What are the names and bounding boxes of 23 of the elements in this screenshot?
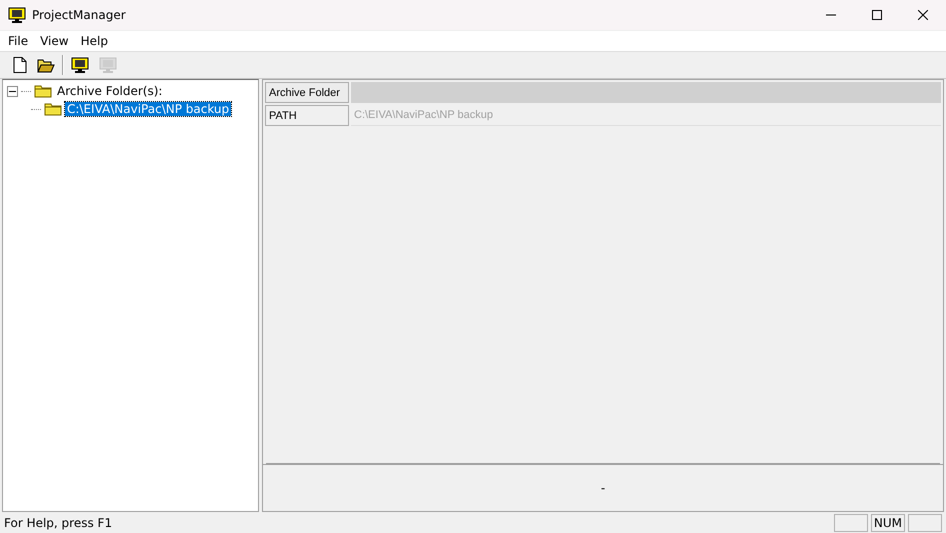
collapse-icon[interactable] [7,86,18,96]
window-title: ProjectManager [32,8,126,22]
status-pane [908,514,942,532]
menu-item[interactable]: File [2,34,34,48]
folder-icon [44,102,62,116]
monitor-icon [71,56,89,74]
column-header: Archive Folder [265,82,349,103]
monitor-icon [99,56,117,74]
new-document-icon [13,57,27,73]
folder-icon [34,84,52,98]
property-name: PATH [265,105,349,126]
menu-item[interactable]: Help [74,34,114,48]
status-pane [834,514,868,532]
tree-item[interactable]: Archive Folder(s): [55,84,164,98]
tree-item[interactable]: C:\EIVA\NaviPac\NP backup [65,102,232,116]
status-indicator: NUM [870,514,905,532]
app-icon [8,6,26,24]
close-icon [918,10,928,20]
description-text: - [600,481,606,495]
menu-item[interactable]: View [34,34,75,48]
maximize-icon [872,10,882,20]
folder-icon [37,58,55,72]
status-text: For Help, press F1 [4,516,112,530]
